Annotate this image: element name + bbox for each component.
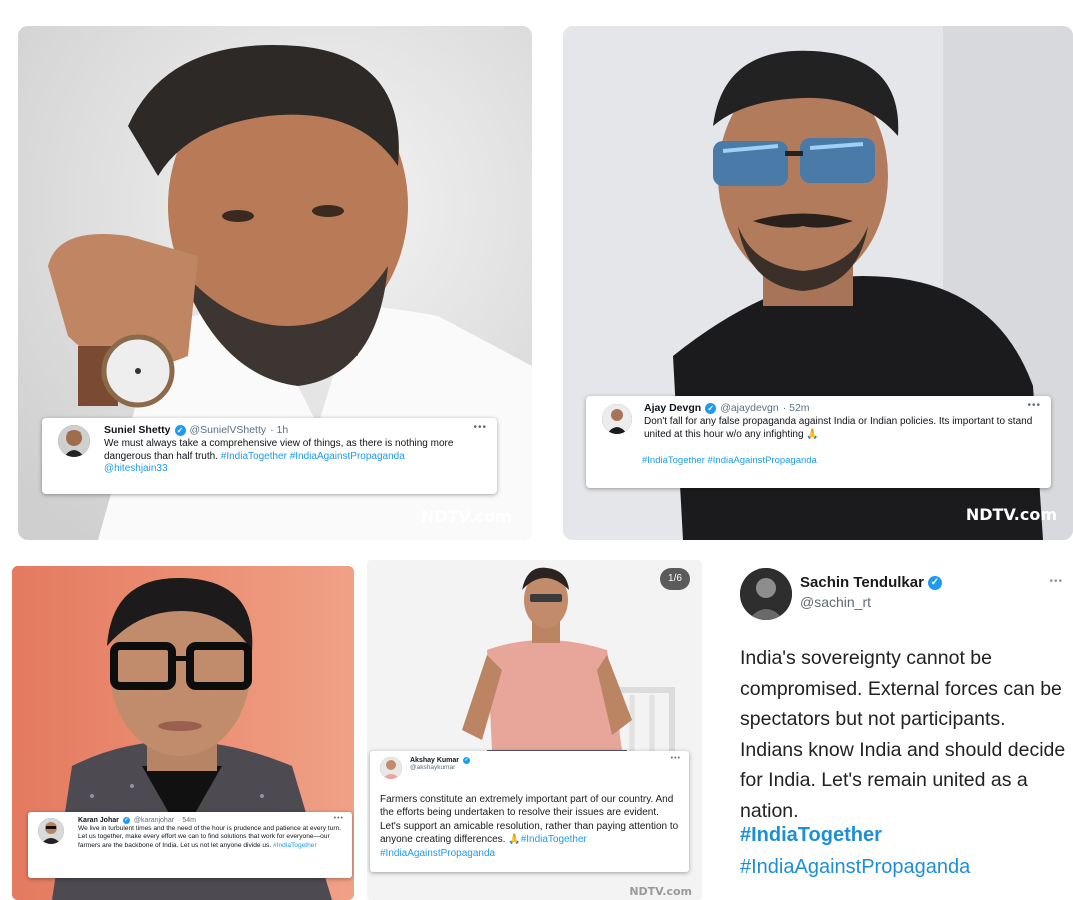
panel-ajay-devgn: Ajay Devgn ✓ @ajaydevgn · 52m ••• Don't …	[563, 26, 1073, 540]
tweet-hashtag-india-against-propaganda[interactable]: #IndiaAgainstPropaganda	[740, 856, 970, 879]
author-name[interactable]: Suniel Shetty	[104, 424, 171, 436]
author-handle[interactable]: @ajaydevgn	[720, 402, 779, 414]
tweet-time: · 1h	[270, 424, 289, 436]
avatar[interactable]	[380, 757, 402, 779]
tweet-text: Don't fall for any false propaganda agai…	[644, 416, 1033, 440]
tweet-hashtags[interactable]: #IndiaTogether #IndiaAgainstPropaganda	[642, 455, 1041, 468]
verified-badge-icon: ✓	[122, 817, 130, 824]
panel-karan-johar: Karan Johar ✓ @karanjohar · 54m ••• We l…	[12, 566, 354, 900]
more-options-icon[interactable]: •••	[671, 755, 681, 762]
tweet-card-suniel-shetty[interactable]: Suniel Shetty ✓ @SunielVShetty · 1h ••• …	[42, 418, 497, 494]
verified-badge-icon: ✓	[463, 757, 471, 764]
more-options-icon[interactable]: •••	[334, 815, 344, 822]
avatar[interactable]	[58, 425, 90, 457]
tweet-time: · 52m	[782, 402, 810, 414]
more-options-icon[interactable]: •••	[1049, 576, 1063, 587]
author-handle[interactable]: @karanjohar	[134, 817, 174, 824]
author-handle[interactable]: @sachin_rt	[800, 594, 942, 610]
avatar[interactable]	[38, 818, 64, 844]
tweet-text: India's sovereignty cannot be compromise…	[740, 647, 1066, 822]
tweet-time: · 54m	[178, 817, 196, 824]
ndtv-watermark: NDTV.com	[965, 505, 1057, 524]
verified-badge-icon: ✓	[174, 424, 186, 436]
author-handle[interactable]: @SunielVShetty	[190, 424, 267, 436]
ndtv-watermark: NDTV.com	[420, 507, 512, 526]
author-name[interactable]: Ajay Devgn	[644, 402, 701, 414]
more-options-icon[interactable]: •••	[1027, 400, 1041, 411]
image-pager[interactable]: 1/6	[660, 568, 690, 590]
verified-badge-icon: ✓	[927, 575, 942, 590]
tweet-card-akshay-kumar[interactable]: Akshay Kumar ✓ @akshaykumar ••• Farmers …	[370, 751, 689, 872]
author-name[interactable]: Karan Johar	[78, 817, 119, 824]
tweet-hashtag-india-together[interactable]: #IndiaTogether	[740, 824, 882, 847]
tweet-hashtags[interactable]: #IndiaTogether #IndiaAgainstPropaganda	[221, 451, 405, 462]
avatar[interactable]	[740, 568, 792, 620]
verified-badge-icon: ✓	[705, 402, 717, 414]
tweet-card-karan-johar[interactable]: Karan Johar ✓ @karanjohar · 54m ••• We l…	[28, 812, 352, 878]
tweet-hashtags[interactable]: #IndiaTogether	[273, 842, 317, 849]
tweet-mention[interactable]: @hiteshjain33	[104, 463, 168, 474]
author-name[interactable]: Sachin Tendulkar	[800, 574, 924, 591]
panel-akshay-kumar: 1/6 Akshay Kumar ✓ @akshaykumar ••• Farm…	[367, 560, 702, 900]
tweet-card-ajay-devgn[interactable]: Ajay Devgn ✓ @ajaydevgn · 52m ••• Don't …	[586, 396, 1051, 488]
more-options-icon[interactable]: •••	[473, 422, 487, 433]
author-name[interactable]: Akshay Kumar	[410, 757, 459, 764]
ndtv-watermark: NDTV.com	[629, 885, 692, 898]
avatar[interactable]	[602, 404, 632, 434]
panel-sachin-tendulkar: Sachin Tendulkar ✓ @sachin_rt ••• India'…	[716, 556, 1073, 900]
author-handle[interactable]: @akshaykumar	[410, 764, 681, 771]
panel-suniel-shetty: Suniel Shetty ✓ @SunielVShetty · 1h ••• …	[18, 26, 532, 540]
